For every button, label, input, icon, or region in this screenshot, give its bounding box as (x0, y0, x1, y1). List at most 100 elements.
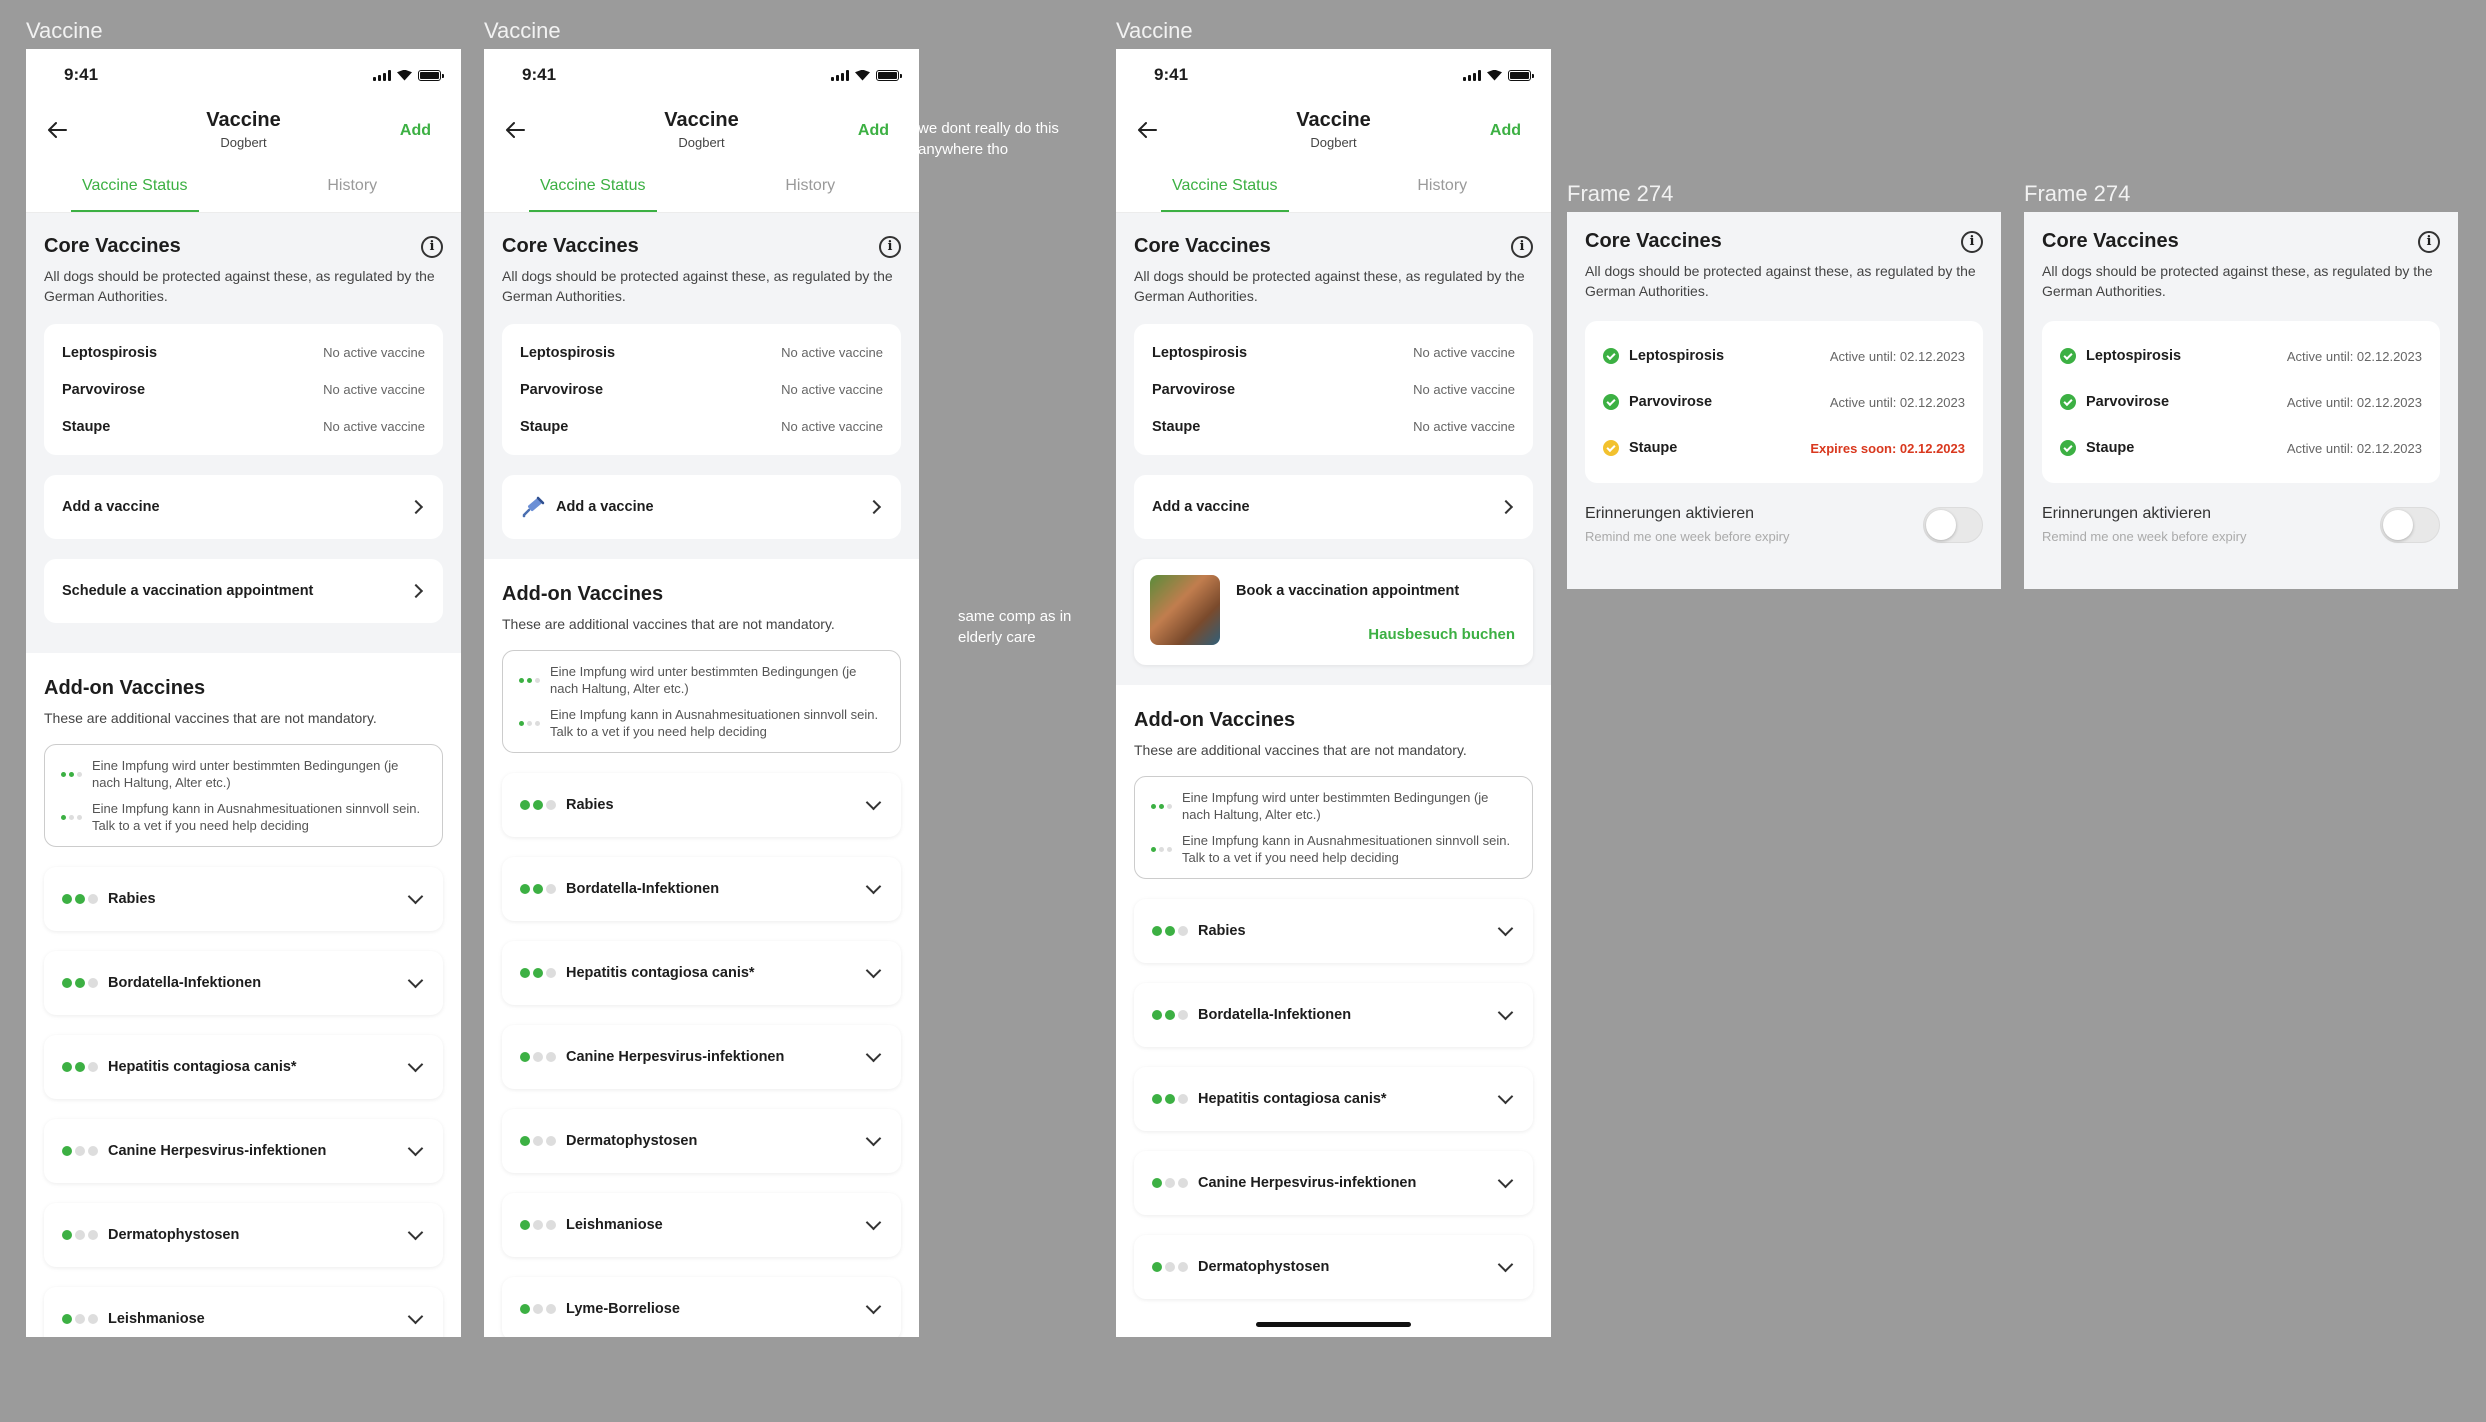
add-vaccine-button[interactable]: Add a vaccine (1134, 475, 1533, 539)
addon-item[interactable]: Hepatitis contagiosa canis* (502, 941, 901, 1005)
level-2-dots-icon (1152, 1010, 1188, 1020)
info-icon[interactable]: i (421, 235, 443, 258)
add-button[interactable]: Add (858, 122, 889, 140)
level-1-dots-icon (520, 1136, 556, 1146)
tab-history[interactable]: History (702, 157, 920, 212)
status-time: 9:41 (1154, 65, 1189, 84)
reminder-row: Erinnerungen aktivieren Remind me one wee… (2042, 505, 2440, 544)
info-icon[interactable]: i (879, 235, 901, 258)
tab-vaccine-status[interactable]: Vaccine Status (26, 157, 244, 212)
addon-item[interactable]: Lyme-Borreliose (502, 1277, 901, 1337)
addon-item[interactable]: Hepatitis contagiosa canis* (1134, 1067, 1533, 1131)
check-circle-icon (1603, 348, 1619, 365)
signal-icon (1463, 69, 1481, 81)
tab-bar: Vaccine Status History (1116, 157, 1551, 213)
addon-name: Hepatitis contagiosa canis* (108, 1059, 297, 1075)
vaccine-status: No active vaccine (323, 345, 425, 360)
wifi-icon (1487, 69, 1502, 81)
addon-item[interactable]: Bordatella-Infektionen (1134, 983, 1533, 1047)
add-vaccine-button[interactable]: Add a vaccine (44, 475, 443, 539)
vaccine-status: No active vaccine (1413, 345, 1515, 360)
check-circle-icon (2060, 394, 2076, 411)
status-time: 9:41 (64, 65, 99, 84)
addon-name: Leishmaniose (566, 1217, 663, 1233)
addon-item[interactable]: Rabies (1134, 899, 1533, 963)
check-circle-icon (1603, 394, 1619, 411)
core-vaccines-section: Core Vaccines i All dogs should be protec… (484, 213, 919, 539)
reminder-toggle[interactable] (2380, 506, 2440, 543)
level-1-dots-icon (520, 1052, 556, 1062)
addon-item[interactable]: Bordatella-Infektionen (44, 951, 443, 1015)
addon-item[interactable]: Canine Herpesvirus-infektionen (1134, 1151, 1533, 1215)
button-label: Add a vaccine (62, 499, 160, 515)
addon-name: Bordatella-Infektionen (1198, 1007, 1352, 1023)
check-circle-icon (2060, 348, 2076, 365)
vaccine-name: Leptospirosis (1152, 344, 1248, 361)
addon-item[interactable]: Bordatella-Infektionen (502, 857, 901, 921)
vaccine-name: Staupe (1629, 439, 1678, 456)
tab-history[interactable]: History (244, 157, 462, 212)
reminder-toggle[interactable] (1923, 506, 1983, 543)
vaccine-name: Parvovirose (2086, 393, 2170, 410)
info-icon[interactable]: i (2418, 230, 2440, 253)
vaccine-name: Staupe (1152, 418, 1201, 435)
level-2-dots-icon (520, 968, 556, 978)
home-indicator[interactable] (1256, 1322, 1411, 1327)
wifi-icon (397, 69, 412, 81)
level-1-dots-icon (520, 1220, 556, 1230)
addon-item[interactable]: Canine Herpesvirus-infektionen (44, 1119, 443, 1183)
frame-label: Vaccine (26, 18, 103, 43)
core-vaccine-list: Leptospirosis Active until: 02.12.2023 Pa… (2042, 321, 2440, 483)
page-title: Vaccine (206, 109, 281, 131)
legend-box: Eine Impfung wird unter bestimmten Bedin… (502, 650, 901, 753)
addon-name: Canine Herpesvirus-infektionen (1198, 1175, 1417, 1191)
addon-item[interactable]: Canine Herpesvirus-infektionen (502, 1025, 901, 1089)
vaccine-row: Leptospirosis Active until: 02.12.2023 (2060, 333, 2422, 379)
section-title: Add-on Vaccines (44, 677, 206, 699)
design-note: same comp as in elderly care (958, 608, 1072, 646)
page-subtitle: Dogbert (220, 135, 267, 150)
legend-box: Eine Impfung wird unter bestimmten Bedin… (1134, 776, 1533, 879)
tab-vaccine-status[interactable]: Vaccine Status (484, 157, 702, 212)
addon-item[interactable]: Leishmaniose (502, 1193, 901, 1257)
vaccine-row: Staupe No active vaccine (520, 408, 883, 445)
tab-bar: Vaccine Status History (26, 157, 461, 213)
level-1-dots-icon (519, 720, 540, 726)
schedule-appointment-button[interactable]: Schedule a vaccination appointment (44, 559, 443, 623)
frame-274-panel-1: Core Vaccines i All dogs should be protec… (1567, 212, 2001, 589)
frame-label: Frame 274 (2024, 181, 2131, 206)
tab-history[interactable]: History (1334, 157, 1552, 212)
add-vaccine-button[interactable]: Add a vaccine (502, 475, 901, 539)
section-title: Core Vaccines (1134, 235, 1271, 257)
addon-item[interactable]: Hepatitis contagiosa canis* (44, 1035, 443, 1099)
add-button[interactable]: Add (1490, 122, 1521, 140)
vaccine-row: Staupe Expires soon: 02.12.2023 (1603, 425, 1965, 471)
vaccine-name: Parvovirose (1152, 381, 1236, 398)
addon-name: Canine Herpesvirus-infektionen (566, 1049, 785, 1065)
section-description: These are additional vaccines that are n… (502, 616, 835, 632)
info-icon[interactable]: i (1961, 230, 1983, 253)
page-subtitle: Dogbert (678, 135, 725, 150)
addon-vaccines-section: Add-on Vaccines These are additional vac… (1116, 685, 1551, 1337)
level-1-dots-icon (62, 1230, 98, 1240)
chevron-down-icon (865, 962, 882, 978)
addon-name: Dermatophystosen (108, 1227, 240, 1243)
chevron-down-icon (1497, 1172, 1514, 1188)
addon-item[interactable]: Leishmaniose (44, 1287, 443, 1337)
addon-item[interactable]: Rabies (502, 773, 901, 837)
phone-screen-3: 9:41 Vaccine Dogbert Add Vaccine Status … (1116, 49, 1551, 1337)
reminder-subtitle: Remind me one week before expiry (1585, 529, 1790, 544)
chevron-down-icon (1497, 1004, 1514, 1020)
house-visit-link[interactable]: Hausbesuch buchen (1368, 626, 1515, 643)
book-appointment-card[interactable]: Book a vaccination appointment Hausbesuc… (1134, 559, 1533, 665)
addon-name: Leishmaniose (108, 1311, 205, 1327)
info-icon[interactable]: i (1511, 235, 1533, 258)
tab-vaccine-status[interactable]: Vaccine Status (1116, 157, 1334, 212)
addon-item[interactable]: Rabies (44, 867, 443, 931)
add-button[interactable]: Add (400, 122, 431, 140)
addon-item[interactable]: Dermatophystosen (44, 1203, 443, 1267)
addon-item[interactable]: Dermatophystosen (502, 1109, 901, 1173)
section-title: Core Vaccines (1585, 230, 1722, 252)
legend-text: Eine Impfung kann in Ausnahmesituationen… (550, 707, 879, 739)
addon-item[interactable]: Dermatophystosen (1134, 1235, 1533, 1299)
